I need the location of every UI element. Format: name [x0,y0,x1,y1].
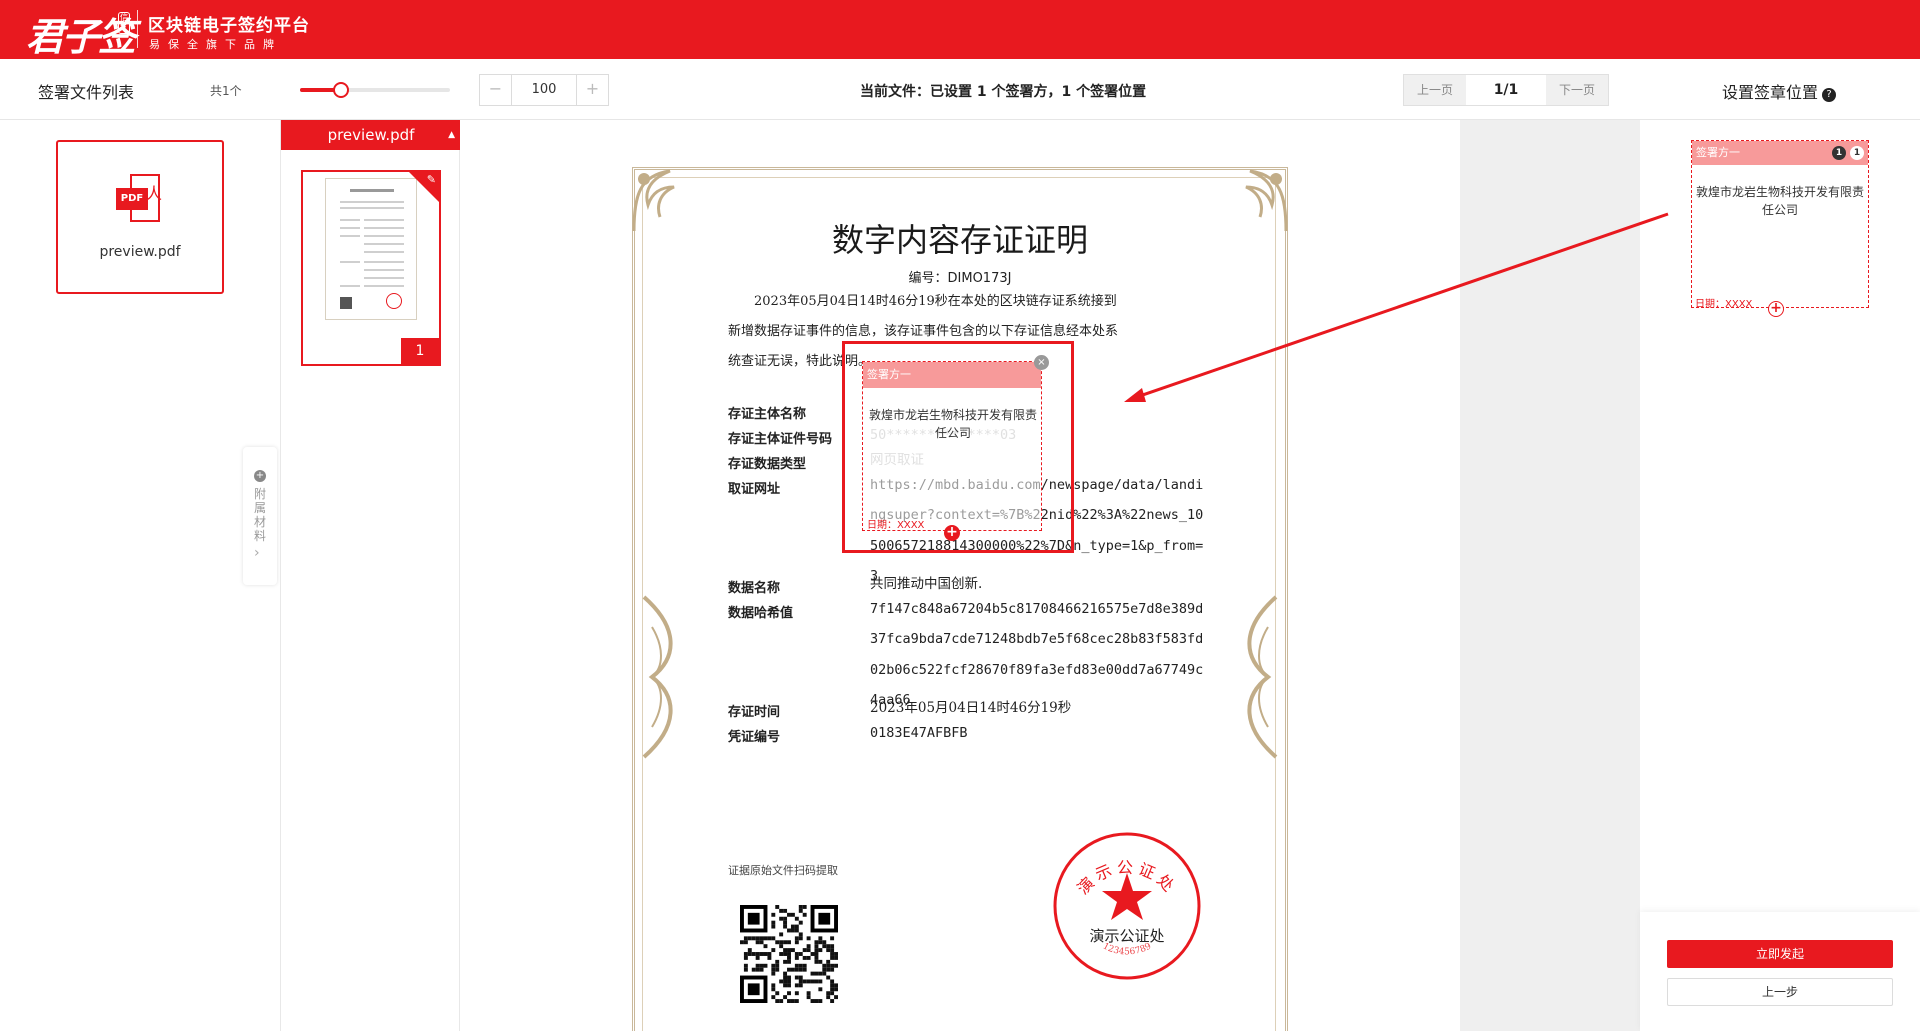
submit-button[interactable]: 立即发起 [1667,940,1893,968]
field-label: 存证主体证件号码 [728,432,833,447]
pager: 上一页 1/1 下一页 [1403,74,1609,106]
collapse-caret-icon[interactable]: ▲ [448,120,455,150]
certificate-title: 数字内容存证证明 [831,221,1088,259]
file-card[interactable]: PDF 人 preview.pdf [56,140,224,294]
file-list-title: 签署文件列表 [38,83,135,102]
prev-page-button[interactable]: 上一页 [1404,75,1466,105]
file-name: preview.pdf [99,244,181,260]
back-button[interactable]: 上一步 [1667,978,1893,1006]
thumbnail-panel: preview.pdf ▲ ✎ 1 [280,120,461,1031]
field-label: 存证时间 [728,705,781,720]
edit-pen-icon: ✎ [426,173,436,186]
field-label: 存证数据类型 [728,457,807,472]
field-value: 0183E47AFBFB [870,725,968,741]
field-label: 取证网址 [728,482,781,497]
zoom-out-button[interactable]: − [480,75,511,105]
placed-signature-box[interactable]: 签署方一 敦煌市龙岩生物科技开发有限责任公司 日期：XXXX [862,361,1042,531]
acrobat-icon: 人 [146,184,163,203]
set-seal-position-label: 设置签章位置 [1722,83,1819,102]
thumbnail-file-name: preview.pdf [327,126,415,144]
logo-slogan: 区块链电子签约平台 [148,16,310,36]
zoom-slider[interactable] [300,82,450,98]
add-attachment-icon[interactable]: + [254,470,266,482]
field-label: 凭证编号 [728,730,781,745]
field-label: 数据名称 [728,581,781,596]
zoom-stepper: − 100 + [479,74,609,106]
logo-divider [137,10,138,48]
toolbar-row: 签署文件列表 共1个 − 100 + 当前文件：已设置 1 个签署方，1 个签署… [0,59,1920,120]
viewer-gutter [1460,120,1640,1031]
placed-signature-header: 签署方一 [863,362,1041,388]
zoom-in-button[interactable]: + [577,75,608,105]
attachments-label: 附属材料 [253,487,266,543]
page-indicator[interactable]: 1/1 [1466,75,1546,105]
qr-label: 证据原始文件扫码提取 [728,864,838,877]
qr-code [740,905,838,1003]
action-footer: 立即发起 上一步 [1640,912,1920,1031]
pdf-icon: PDF 人 [116,174,162,222]
zoom-slider-handle[interactable] [332,82,349,98]
attachments-tab[interactable]: + 附属材料 › [243,447,277,585]
pdf-badge: PDF [116,188,148,210]
side-ornament-icon [1247,595,1278,759]
signer-drag-handle-icon[interactable]: + [1768,301,1784,317]
signature-settings-panel: 签署方一 1 1 敦煌市龙岩生物科技开发有限责任公司 日期：XXXX [1640,120,1920,1031]
field-label: 存证主体名称 [728,407,807,422]
signer-index-badge: 1 [1850,146,1864,160]
side-ornament-icon [642,595,673,759]
page-thumbnail[interactable]: ✎ 1 [301,170,441,366]
logo-subtitle: 易保全旗下品牌 [149,38,282,51]
chevron-right-icon[interactable]: › [254,545,260,561]
add-signature-icon[interactable]: + [944,525,960,541]
certificate-document: 数字内容存证证明 编号：DIMO173J 2023年05月04日14时46分19… [632,167,1288,1031]
file-count: 共1个 [210,84,242,98]
stamp-center-text: 演示公证处 [1089,927,1164,945]
field-label: 数据哈希值 [728,606,794,621]
signer-date: 日期：XXXX [1695,299,1753,310]
set-seal-position-title: 设置签章位置? [1722,79,1837,103]
help-icon[interactable]: ? [1822,88,1837,102]
next-page-button[interactable]: 下一页 [1546,75,1608,105]
signer-card[interactable]: 签署方一 1 1 敦煌市龙岩生物科技开发有限责任公司 日期：XXXX [1691,140,1869,310]
logo-seal: 信 [118,12,130,34]
remove-signature-icon[interactable]: × [1034,355,1049,370]
placed-signature-company: 敦煌市龙岩生物科技开发有限责任公司 [869,408,1038,440]
certificate-number: 编号：DIMO173J [908,271,1012,286]
thumbnail-file-header[interactable]: preview.pdf ▲ [281,120,461,150]
current-file-status: 当前文件：已设置 1 个签署方，1 个签署位置 [860,84,1147,100]
signer-company: 敦煌市龙岩生物科技开发有限责任公司 [1696,185,1865,217]
signer-count-badge: 1 [1832,146,1846,160]
page-number-badge: 1 [401,338,439,364]
notary-stamp: 演示公证处 演示公证处 123456789 [1053,832,1201,980]
placed-signature-date: 日期：XXXX [867,520,925,531]
file-list-panel: PDF 人 preview.pdf [0,120,280,1031]
thumbnail-page-preview [325,178,417,320]
top-header: 君子签 信 区块链电子签约平台 易保全旗下品牌 [0,0,1920,59]
zoom-value-input[interactable]: 100 [511,75,577,105]
